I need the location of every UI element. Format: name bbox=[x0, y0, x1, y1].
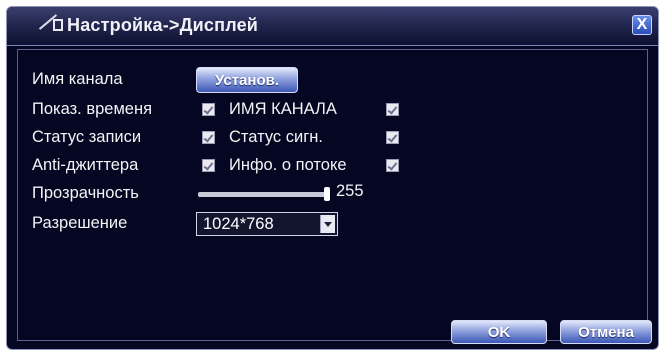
window-icon bbox=[53, 19, 63, 31]
cancel-button[interactable]: Отмена bbox=[560, 320, 652, 344]
resolution-label: Разрешение bbox=[32, 214, 128, 232]
ok-button[interactable]: OK bbox=[451, 320, 547, 344]
signal-status-checkbox[interactable] bbox=[386, 131, 399, 144]
transparency-slider-thumb[interactable] bbox=[324, 187, 330, 201]
settings-panel: Имя канала Установ. Показ. временя ИМЯ К… bbox=[17, 49, 652, 344]
record-status-checkbox[interactable] bbox=[202, 131, 215, 144]
close-button[interactable]: X bbox=[632, 15, 652, 35]
title-bar[interactable]: Настройка->Дисплей X bbox=[7, 7, 658, 46]
display-settings-dialog: Настройка->Дисплей X Имя канала Установ.… bbox=[6, 6, 659, 350]
resolution-value: 1024*768 bbox=[203, 215, 274, 233]
anti-jitter-label: Anti-джиттера bbox=[32, 156, 139, 174]
transparency-slider[interactable] bbox=[198, 187, 330, 201]
anti-jitter-checkbox[interactable] bbox=[202, 159, 215, 172]
window-title: Настройка->Дисплей bbox=[67, 15, 259, 35]
channel-name-overlay-label: ИМЯ КАНАЛА bbox=[229, 100, 337, 118]
channel-name-label: Имя канала bbox=[32, 70, 123, 88]
transparency-value: 255 bbox=[336, 182, 364, 200]
channel-name-overlay-checkbox[interactable] bbox=[386, 103, 399, 116]
show-time-label: Показ. временя bbox=[32, 100, 153, 118]
transparency-label: Прозрачность bbox=[32, 184, 139, 202]
signal-status-label: Статус сигн. bbox=[229, 128, 323, 146]
resolution-select[interactable]: 1024*768 bbox=[196, 212, 338, 236]
record-status-label: Статус записи bbox=[32, 128, 142, 146]
stream-info-label: Инфо. о потоке bbox=[229, 156, 347, 174]
stream-info-checkbox[interactable] bbox=[386, 159, 399, 172]
channel-name-set-button[interactable]: Установ. bbox=[196, 67, 298, 93]
show-time-checkbox[interactable] bbox=[202, 103, 215, 116]
chevron-down-icon[interactable] bbox=[320, 215, 335, 233]
